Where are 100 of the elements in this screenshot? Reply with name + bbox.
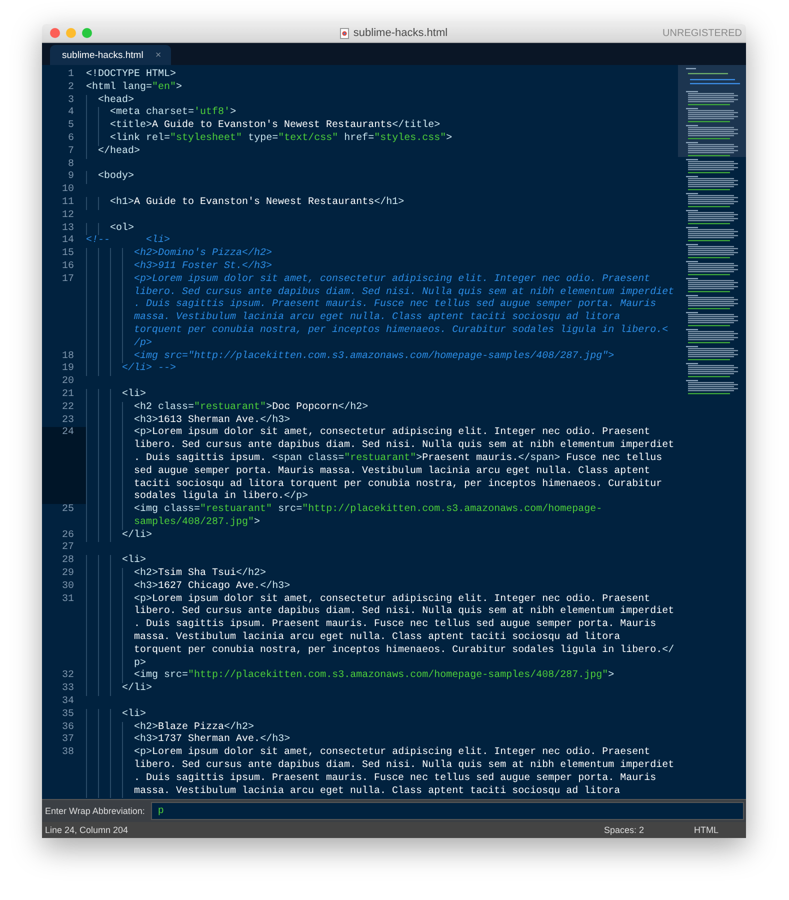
code-line: <p>Lorem ipsum dolor sit amet, consectetur adipiscing elit. Integer nec odio. Praesent (134, 274, 650, 286)
code-line: </li> (122, 530, 152, 542)
code-line: </li> --> (122, 363, 176, 376)
registration-label: UNREGISTERED (662, 28, 743, 38)
code-line: . Duis sagittis ipsum. Praesent mauris. Fusce nec tellus sed augue semper porta. Mauris (134, 299, 656, 312)
code-line: <h3>1613 Sherman Ave.</h3> (134, 414, 290, 426)
line-number: 38 (62, 747, 74, 758)
line-number: 21 (62, 388, 74, 400)
code-line: libero. Sed cursus ante dapibus diam. Sed nisi. Nulla quis sem at nibh elementum imperdiet (134, 760, 674, 772)
code-line: . Duis sagittis ipsum. <span class="restuarant">Praesent mauris.</span> Fusce nec tellus (134, 452, 662, 466)
code-line: . Duis sagittis ipsum. Praesent mauris. Fusce nec tellus sed augue semper porta. Mauris (134, 772, 656, 786)
line-number: 24 (62, 427, 74, 438)
code-line: libero. Sed cursus ante dapibus diam. Sed nisi. Nulla quis sem at nibh elementum imperdiet (134, 606, 674, 618)
code-line: <p>Lorem ipsum dolor sit amet, consectetur adipiscing elit. Integer nec odio. Praesent (134, 594, 650, 606)
line-number: 29 (62, 568, 74, 580)
line-number: 5 (68, 120, 74, 132)
zoom-button[interactable] (82, 28, 92, 38)
code-line: <!DOCTYPE HTML> (86, 69, 176, 82)
line-number: 18 (62, 350, 74, 362)
line-number: 22 (62, 402, 74, 413)
file-tab[interactable]: sublime-hacks.html × (50, 45, 172, 65)
line-number: 23 (62, 414, 74, 426)
code-line: <h3>911 Foster St.</h3> (134, 260, 272, 274)
line-number: 37 (62, 734, 74, 746)
code-line: <link rel="stylesheet" type="text/css" href="styles.css"> (110, 132, 452, 146)
code-line: <h1>A Guide to Evanston's Newest Restaurants</h1> (110, 196, 404, 210)
code-line: <html lang="en"> (86, 82, 182, 94)
code-line: <img src="http://placekitten.com.s3.amazonaws.com/homepage-samples/408/287.jpg"> (134, 350, 614, 362)
line-number: 10 (62, 184, 74, 196)
code-line: libero. Sed cursus ante dapibus diam. Sed nisi. Nulla quis sem at nibh elementum imperdiet (134, 286, 674, 298)
minimize-button[interactable] (66, 28, 76, 38)
line-number: 1 (68, 69, 74, 80)
line-number: 32 (62, 670, 74, 682)
line-number: 7 (68, 146, 74, 157)
line-number: 9 (68, 171, 74, 182)
code-line: torquent per conubia nostra, per inceptos himenaeos. Curabitur sodales ligula in libero.< (134, 324, 668, 338)
line-number: 6 (68, 132, 74, 144)
code-line: <head> (98, 94, 134, 107)
line-number: 14 (62, 235, 74, 246)
line-number: 17 (62, 274, 74, 285)
line-number: 12 (62, 210, 74, 221)
code-line: taciti sociosqu ad litora torquent per conubia nostra, per inceptos himenaeos. Curabitur (134, 478, 662, 490)
code-line: <li> (122, 708, 146, 722)
line-number: 8 (68, 158, 74, 170)
code-line: <h2>Tsim Sha Tsui</h2> (134, 568, 266, 580)
code-line: p> (134, 658, 146, 670)
code-line: <h3>1627 Chicago Ave.</h3> (134, 580, 290, 594)
line-number: 30 (62, 580, 74, 592)
code-line: sed augue semper porta. Mauris massa. Vestibulum lacinia arcu eget nulla. Class aptent (134, 466, 650, 478)
code-line: </li> (122, 683, 152, 696)
code-line: <h2>Domino's Pizza</h2> (134, 248, 272, 260)
line-number: 31 (62, 594, 74, 605)
code-line: <h2 class="restuarant">Doc Popcorn</h2> (134, 402, 368, 414)
code-line: <h2>Blaze Pizza</h2> (134, 722, 254, 734)
indentation-setting[interactable]: Spaces: 2 (604, 825, 694, 835)
code-line: samples/408/287.jpg"> (134, 516, 260, 530)
code-line: sodales ligula in libero.</p> (134, 491, 308, 504)
code-line: <title>A Guide to Evanston's Newest Restaurants</title> (110, 120, 440, 132)
line-number: 13 (62, 222, 74, 234)
code-line: massa. Vestibulum lacinia arcu eget nulla. Class aptent taciti sociosqu ad litora (134, 786, 620, 798)
code-line: /p> (134, 338, 152, 350)
code-line: <img src="http://placekitten.com.s3.amazonaws.com/homepage-samples/408/287.jpg"> (134, 670, 614, 682)
line-number: 16 (62, 260, 74, 272)
code-line: massa. Vestibulum lacinia arcu eget nulla. Class aptent taciti sociosqu ad litora (134, 632, 620, 644)
syntax-mode[interactable]: HTML (694, 825, 746, 835)
code-line: torquent per conubia nostra, per inceptos himenaeos. Curabitur sodales ligula in libero.</ (134, 644, 674, 658)
minimap-drawing[interactable] (678, 65, 746, 395)
line-number: 2 (68, 82, 74, 93)
line-number: 4 (68, 107, 74, 118)
code-line: massa. Vestibulum lacinia arcu eget nulla. Class aptent taciti sociosqu ad litora (134, 312, 620, 324)
line-number: 28 (62, 555, 74, 566)
line-number: 20 (62, 376, 74, 388)
code-line: <p>Lorem ipsum dolor sit amet, consectetur adipiscing elit. Integer nec odio. Praesent (134, 747, 650, 760)
code-line: <img class="restuarant" src="http://placekitten.com.s3.amazonaws.com/homepage- (134, 504, 602, 516)
line-number: 19 (62, 363, 74, 374)
code-line: <meta charset='utf8'> (110, 107, 236, 120)
line-number: 35 (62, 708, 74, 720)
code-line: <li> (122, 388, 146, 402)
code-line: . Duis sagittis ipsum. Praesent mauris. Fusce nec tellus sed augue semper porta. Mauris (134, 619, 656, 632)
line-number: 36 (62, 722, 74, 733)
code-line: <h3>1737 Sherman Ave.</h3> (134, 734, 290, 746)
line-number: 11 (62, 196, 74, 208)
line-number: 33 (62, 683, 74, 694)
close-button[interactable] (50, 28, 60, 38)
window-title: sublime-hacks.html (353, 27, 448, 39)
code-line: <p>Lorem ipsum dolor sit amet, consectetur adipiscing elit. Integer nec odio. Praesent (134, 427, 650, 440)
line-number: 15 (62, 248, 74, 260)
line-number: 27 (62, 542, 74, 554)
line-number: 26 (62, 530, 74, 541)
code-line: <!-- <li> (86, 235, 170, 248)
line-number: 34 (62, 696, 74, 708)
line-number: 3 (68, 94, 74, 106)
code-line: <ol> (110, 222, 134, 236)
cursor-position: Line 24, Column 204 (45, 825, 130, 835)
code-line: libero. Sed cursus ante dapibus diam. Sed nisi. Nulla quis sem at nibh elementum imperdiet (134, 440, 674, 452)
abbreviation-input[interactable]: p (150, 802, 744, 820)
document-icon (340, 28, 350, 38)
code-line: </head> (98, 146, 140, 159)
code-line: <body> (98, 171, 134, 184)
wrap-abbreviation-label: Enter Wrap Abbreviation: (45, 806, 145, 816)
